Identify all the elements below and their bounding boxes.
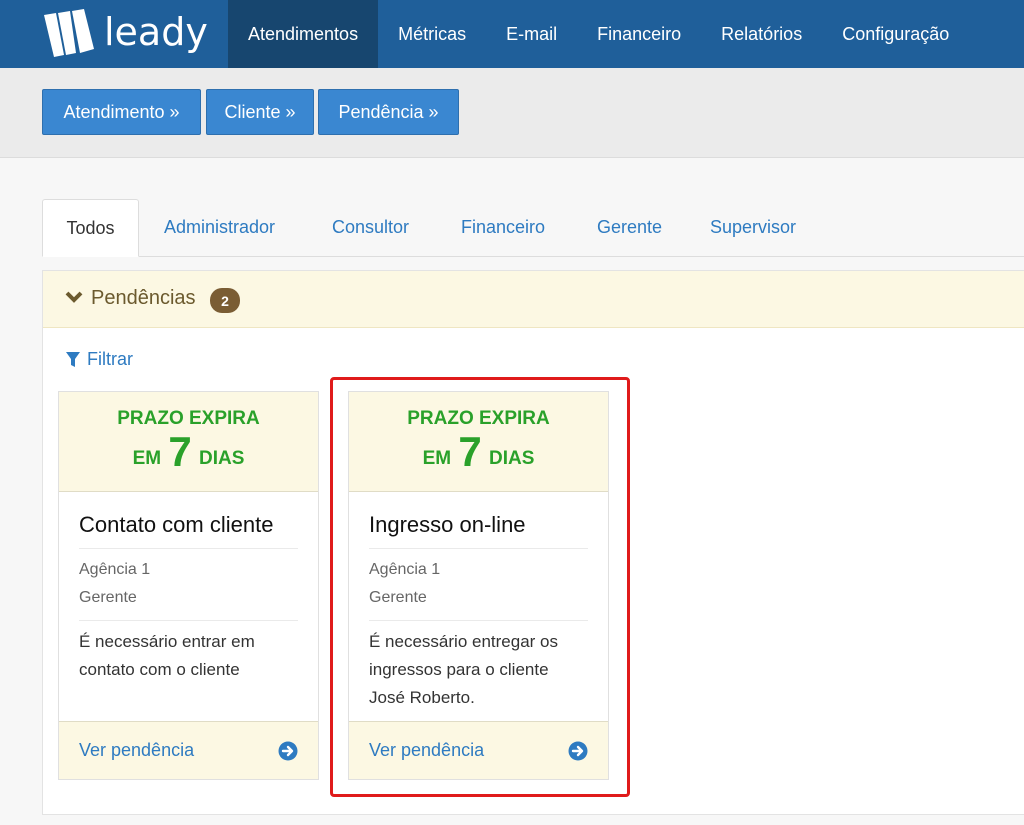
- nav-atendimentos[interactable]: Atendimentos: [228, 0, 379, 68]
- card-agency: Agência 1: [369, 561, 441, 578]
- ver-pendencia-label: Ver pendência: [79, 740, 195, 760]
- brand-name: leady: [104, 10, 208, 54]
- arrow-circle-right-icon: [568, 741, 588, 760]
- role-tabs: Todos Administrador Consultor Financeiro…: [42, 199, 1024, 257]
- ver-pendencia-link[interactable]: Ver pendência: [59, 721, 318, 779]
- tab-administrador[interactable]: Administrador: [164, 199, 275, 255]
- deadline-line1: PRAZO EXPIRA: [407, 408, 550, 429]
- count-badge: 2: [210, 288, 240, 313]
- card-role: Gerente: [369, 589, 427, 606]
- top-navbar: leady Atendimentos Métricas E-mail Finan…: [0, 0, 1024, 68]
- nav-email[interactable]: E-mail: [486, 0, 577, 68]
- atendimento-button[interactable]: Atendimento »: [42, 89, 201, 135]
- tab-todos[interactable]: Todos: [42, 199, 139, 257]
- deadline-number: 7: [168, 428, 192, 475]
- action-bar: Atendimento » Cliente » Pendência »: [0, 68, 1024, 158]
- brand[interactable]: leady: [0, 0, 228, 68]
- nav-metricas[interactable]: Métricas: [378, 0, 486, 68]
- tab-financeiro[interactable]: Financeiro: [461, 199, 545, 255]
- deadline-suffix: DIAS: [489, 448, 535, 469]
- filter-label: Filtrar: [87, 349, 133, 369]
- deadline-line1: PRAZO EXPIRA: [117, 408, 260, 429]
- filter-icon: [66, 351, 80, 367]
- arrow-circle-right-icon: [278, 741, 298, 760]
- deadline-prefix: EM: [132, 448, 162, 469]
- pendencias-panel: Pendências 2 Filtrar PRAZO EXPIRA EM 7 D…: [42, 270, 1024, 815]
- panel-title: Pendências: [91, 287, 196, 309]
- ver-pendencia-link[interactable]: Ver pendência: [349, 721, 608, 779]
- deadline-header: PRAZO EXPIRA EM 7 DIAS: [59, 392, 318, 492]
- tab-gerente[interactable]: Gerente: [597, 199, 662, 255]
- pendencia-card: PRAZO EXPIRA EM 7 DIAS Ingresso on-line …: [348, 391, 609, 780]
- card-role: Gerente: [79, 589, 137, 606]
- deadline-prefix: EM: [422, 448, 452, 469]
- nav-relatorios[interactable]: Relatórios: [701, 0, 822, 68]
- card-title: Ingresso on-line: [369, 492, 588, 549]
- card-agency: Agência 1: [79, 561, 151, 578]
- pendencia-card: PRAZO EXPIRA EM 7 DIAS Contato com clien…: [58, 391, 319, 780]
- pendencias-panel-header[interactable]: Pendências 2: [43, 271, 1024, 328]
- filter-link[interactable]: Filtrar: [65, 349, 133, 370]
- nav-configuracao[interactable]: Configuração: [822, 0, 969, 68]
- card-description: É necessário entregar os ingressos para …: [369, 632, 558, 707]
- tab-consultor[interactable]: Consultor: [332, 199, 409, 255]
- deadline-suffix: DIAS: [199, 448, 245, 469]
- ver-pendencia-label: Ver pendência: [369, 740, 485, 760]
- cliente-button[interactable]: Cliente »: [206, 89, 314, 135]
- nav-financeiro[interactable]: Financeiro: [577, 0, 701, 68]
- deadline-header: PRAZO EXPIRA EM 7 DIAS: [349, 392, 608, 492]
- deadline-number: 7: [458, 428, 482, 475]
- card-title: Contato com cliente: [79, 492, 298, 549]
- chevron-down-icon: [65, 291, 83, 303]
- pendencia-button[interactable]: Pendência »: [318, 89, 459, 135]
- leady-logo-icon: [44, 9, 94, 57]
- card-description: É necessário entrar em contato com o cli…: [79, 632, 255, 679]
- tab-supervisor[interactable]: Supervisor: [710, 199, 796, 255]
